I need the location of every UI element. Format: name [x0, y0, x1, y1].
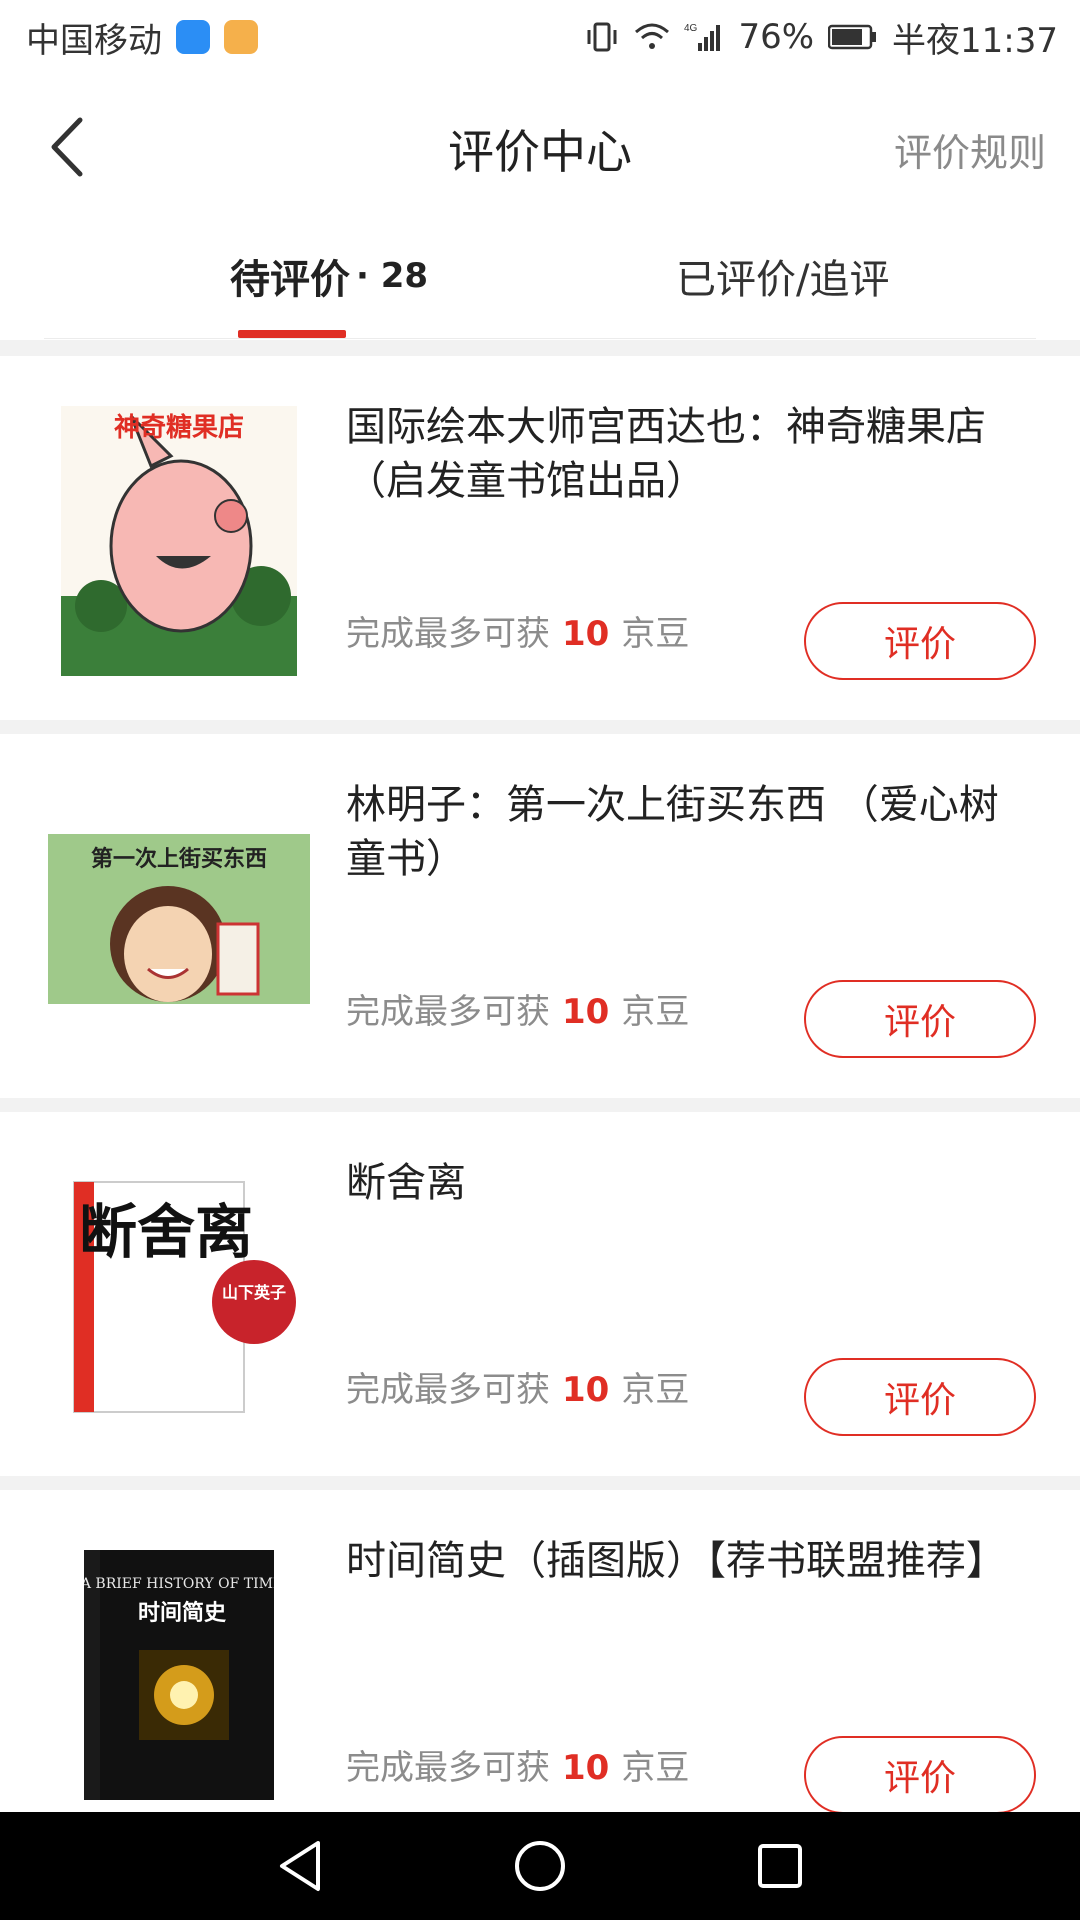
rate-button[interactable]: 评价 [804, 1736, 1036, 1814]
tab-pending-count: · 28 [356, 256, 429, 296]
reward-text: 完成最多可获 10 京豆 [346, 1740, 689, 1789]
reward-number: 10 [562, 614, 610, 654]
tab-pending[interactable]: 待评价 · 28 [230, 236, 428, 316]
reward-text: 完成最多可获 10 京豆 [346, 1362, 689, 1411]
nav-back-button[interactable] [265, 1831, 335, 1901]
signal-icon: 4G [684, 21, 724, 53]
product-title[interactable]: 国际绘本大师宫西达也：神奇糖果店（启发童书馆出品） [346, 400, 1036, 508]
list-item[interactable]: 断舍离 山下英子 断舍离 完成最多可获 10 京豆 评价 [0, 1112, 1080, 1476]
reward-unit: 京豆 [621, 1370, 690, 1410]
cover-badge: 山下英子 [222, 1283, 286, 1302]
reward-unit: 京豆 [621, 1748, 690, 1788]
status-bar: 中国移动 4G 76% 半夜11:37 [0, 0, 1080, 74]
tab-active-indicator [238, 330, 346, 338]
network-type: 4G [684, 23, 698, 34]
cover-title: 第一次上街买东西 [91, 846, 267, 872]
carrier-label: 中国移动 [26, 20, 162, 61]
tabs-divider [44, 338, 1036, 339]
product-thumbnail[interactable]: 第一次上街买东西 [48, 774, 310, 1064]
tab-reviewed-label: 已评价/追评 [676, 257, 890, 303]
reward-number: 10 [562, 1370, 610, 1410]
product-title[interactable]: 林明子：第一次上街买东西 （爱心树童书） [346, 778, 1036, 886]
list-item[interactable]: 神奇糖果店 国际绘本大师宫西达也：神奇糖果店（启发童书馆出品） 完成最多可获 10… [0, 356, 1080, 720]
pending-review-list: 神奇糖果店 国际绘本大师宫西达也：神奇糖果店（启发童书馆出品） 完成最多可获 10… [0, 356, 1080, 1868]
product-title[interactable]: 断舍离 [346, 1156, 1036, 1210]
reward-unit: 京豆 [621, 992, 690, 1032]
battery-icon [828, 24, 878, 50]
cover-title: A BRIEF HISTORY OF TIME [84, 1576, 274, 1592]
status-bar-left: 中国移动 [26, 13, 258, 62]
reward-text: 完成最多可获 10 京豆 [346, 984, 689, 1033]
wifi-icon [634, 22, 670, 52]
status-bar-right: 4G 76% 半夜11:37 [584, 13, 1058, 62]
reward-unit: 京豆 [621, 614, 690, 654]
reward-prefix: 完成最多可获 [346, 614, 550, 654]
rate-button[interactable]: 评价 [804, 1358, 1036, 1436]
product-thumbnail[interactable]: A BRIEF HISTORY OF TIME 时间简史 [48, 1530, 310, 1820]
reward-prefix: 完成最多可获 [346, 992, 550, 1032]
shield-app-icon [176, 20, 210, 54]
product-title[interactable]: 时间简史（插图版）【荐书联盟推荐】 [346, 1534, 1036, 1588]
nav-recents-button[interactable] [745, 1831, 815, 1901]
reward-prefix: 完成最多可获 [346, 1370, 550, 1410]
reward-prefix: 完成最多可获 [346, 1748, 550, 1788]
rules-link[interactable]: 评价规则 [894, 122, 1046, 177]
list-item[interactable]: A BRIEF HISTORY OF TIME 时间简史 时间简史（插图版）【荐… [0, 1490, 1080, 1854]
vibrate-icon [584, 20, 620, 54]
reward-text: 完成最多可获 10 京豆 [346, 606, 689, 655]
triangle-back-icon [280, 1841, 320, 1891]
rate-button[interactable]: 评价 [804, 602, 1036, 680]
clock: 半夜11:37 [892, 20, 1058, 61]
battery-percent: 76% [738, 17, 815, 57]
tab-bar: 待评价 · 28 已评价/追评 [0, 224, 1080, 340]
reward-number: 10 [562, 1748, 610, 1788]
cover-title: 神奇糖果店 [114, 412, 244, 443]
system-nav-bar [0, 1812, 1080, 1920]
cover-subtitle: 时间简史 [138, 1600, 227, 1626]
tab-reviewed[interactable]: 已评价/追评 [676, 236, 889, 316]
circle-home-icon [515, 1841, 565, 1891]
cover-title: 断舍离 [79, 1198, 253, 1266]
video-app-icon [224, 20, 258, 54]
list-item[interactable]: 第一次上街买东西 林明子：第一次上街买东西 （爱心树童书） 完成最多可获 10 京豆… [0, 734, 1080, 1098]
product-thumbnail[interactable]: 神奇糖果店 [48, 396, 310, 686]
reward-number: 10 [562, 992, 610, 1032]
nav-home-button[interactable] [505, 1831, 575, 1901]
rate-button[interactable]: 评价 [804, 980, 1036, 1058]
product-thumbnail[interactable]: 断舍离 山下英子 [48, 1152, 310, 1442]
tab-pending-label: 待评价 [230, 257, 350, 303]
square-recents-icon [758, 1844, 802, 1888]
header: 评价中心 评价规则 [0, 74, 1080, 224]
